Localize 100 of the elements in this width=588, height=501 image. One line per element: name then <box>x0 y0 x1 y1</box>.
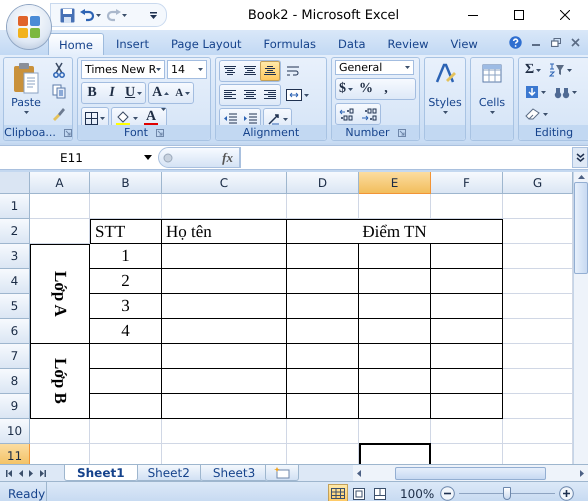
zoom-in-button[interactable] <box>559 486 574 501</box>
vertical-align-button[interactable] <box>260 61 280 81</box>
table-cell <box>359 344 431 369</box>
previous-sheet-icon <box>18 470 23 476</box>
scrollbar-thumb[interactable] <box>574 182 588 274</box>
column-header[interactable]: C <box>162 172 287 194</box>
row-header[interactable]: 11 <box>0 444 30 464</box>
insert-sheet-button[interactable] <box>265 465 300 481</box>
ribbon-tab[interactable]: View <box>440 33 488 55</box>
ribbon-tab[interactable]: Formulas <box>254 33 326 55</box>
comma-button[interactable]: , <box>376 79 396 99</box>
view-button[interactable] <box>328 484 348 501</box>
ribbon-tab[interactable]: Page Layout <box>160 33 252 55</box>
status-text: Ready <box>0 482 47 501</box>
ribbon-tab[interactable]: Review <box>378 33 439 55</box>
undo-arrow-icon <box>80 8 95 22</box>
table-cell <box>431 394 503 419</box>
restore-workbook-button[interactable] <box>551 38 561 47</box>
grow-font-button[interactable]: A <box>149 83 172 103</box>
left-arrow-icon <box>357 470 361 476</box>
help-icon <box>509 36 522 49</box>
corner-arrow-icon <box>156 128 164 136</box>
zoom-out-button[interactable] <box>440 486 455 501</box>
column-header[interactable]: F <box>431 172 503 194</box>
dialog-launcher-button[interactable] <box>398 128 406 136</box>
table-cell <box>359 269 431 294</box>
row-header[interactable]: 3 <box>0 244 30 269</box>
column-header[interactable]: E <box>359 172 431 194</box>
customize-toolbar-button[interactable] <box>149 10 158 20</box>
table-cell <box>90 369 162 394</box>
minus-icon <box>440 486 455 501</box>
sheet-tab[interactable]: Sheet1 <box>64 465 138 481</box>
number-format-field[interactable]: General <box>335 60 414 75</box>
right-arrow-icon <box>580 470 584 476</box>
help-button[interactable] <box>509 36 522 49</box>
shrink-font-button[interactable]: A <box>172 83 194 103</box>
table-cell <box>359 319 431 344</box>
row-header[interactable]: 9 <box>0 394 30 419</box>
column-header[interactable]: G <box>503 172 573 194</box>
slider-thumb[interactable] <box>503 487 511 500</box>
row-header[interactable]: 5 <box>0 294 30 319</box>
paste-button[interactable]: Paste <box>7 60 45 123</box>
caret-icon <box>156 68 162 71</box>
bold-button[interactable]: B <box>82 83 102 103</box>
redo-arrow-icon <box>106 8 121 22</box>
dialog-launcher-button[interactable] <box>156 128 164 136</box>
redo-button[interactable] <box>105 8 128 22</box>
table-cell: 2 <box>90 269 162 294</box>
row-header[interactable]: 4 <box>0 269 30 294</box>
undo-button[interactable] <box>79 8 102 22</box>
dialog-launcher-button[interactable] <box>64 128 72 136</box>
plus-icon <box>559 486 574 501</box>
caret-icon <box>567 68 572 72</box>
autosum-button[interactable]: Σ <box>522 60 544 80</box>
table-cell <box>359 244 431 269</box>
sheet-tab[interactable]: Sheet2 <box>134 465 203 481</box>
ribbon-tab[interactable]: Home <box>48 33 104 55</box>
ribbon-tab[interactable]: Insert <box>106 33 159 55</box>
align-right-icon <box>263 89 277 101</box>
row-header[interactable]: 7 <box>0 344 30 369</box>
merge-icon <box>286 89 302 101</box>
table-cell <box>431 269 503 294</box>
currency-button[interactable]: $ <box>336 79 356 99</box>
styles-button[interactable]: Styles <box>428 60 462 123</box>
expand-formula-button[interactable] <box>572 147 588 168</box>
bar-caret-icon <box>150 12 157 18</box>
row-header[interactable]: 1 <box>0 194 30 219</box>
column-header[interactable]: D <box>287 172 359 194</box>
scrollbar-thumb[interactable] <box>395 466 546 480</box>
brush-icon <box>51 106 66 121</box>
table-cell <box>359 394 431 419</box>
column-header[interactable]: B <box>90 172 162 194</box>
cells-button[interactable]: Cells <box>474 60 510 123</box>
down-arrow-box-icon <box>525 85 539 99</box>
caret-icon <box>100 116 105 120</box>
caret-icon <box>122 14 127 16</box>
table-cell <box>431 319 503 344</box>
row-header[interactable]: 6 <box>0 319 30 344</box>
header-cell: Điểm TN <box>287 219 503 244</box>
table-cell <box>431 294 503 319</box>
row-header[interactable]: 8 <box>0 369 30 394</box>
ribbon-tab[interactable]: Data <box>328 33 376 55</box>
caret-icon <box>161 108 166 111</box>
insert-function-button[interactable]: fx <box>158 147 240 168</box>
font-size-field[interactable]: 14 <box>167 60 207 79</box>
table-cell <box>359 369 431 394</box>
row-header[interactable]: 10 <box>0 419 30 444</box>
caret-icon <box>536 68 542 72</box>
corner-arrow-icon <box>64 128 72 136</box>
column-header[interactable]: A <box>30 172 90 194</box>
percent-button[interactable]: % <box>356 79 376 99</box>
italic-button[interactable]: I <box>102 83 122 103</box>
sheet-tab[interactable]: Sheet3 <box>200 465 268 481</box>
underline-button[interactable]: U <box>122 83 146 103</box>
save-button[interactable] <box>59 6 76 24</box>
new-sheet-icon <box>274 466 290 478</box>
group-label: Clipboa... <box>4 126 56 139</box>
close-workbook-button[interactable] <box>571 38 580 47</box>
font-name-field[interactable]: Times New R <box>81 60 165 79</box>
row-header[interactable]: 2 <box>0 219 30 244</box>
